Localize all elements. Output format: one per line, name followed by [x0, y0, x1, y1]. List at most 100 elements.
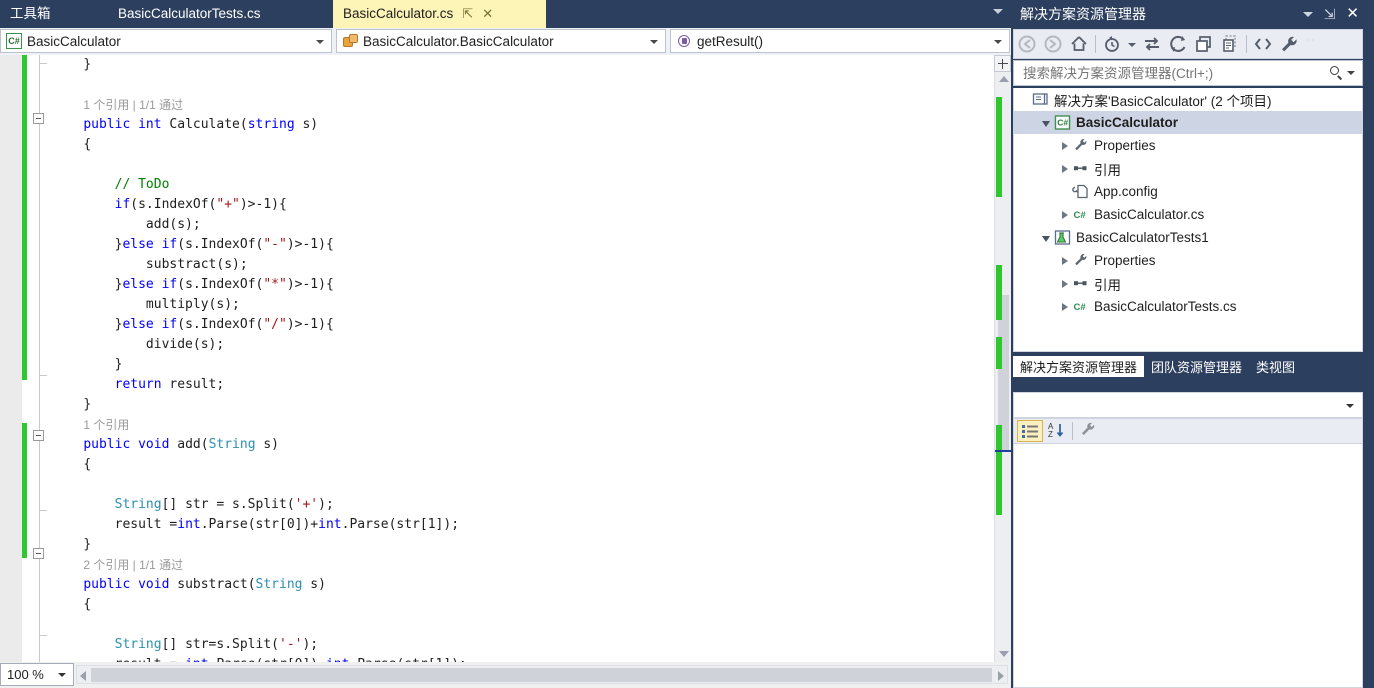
home-icon[interactable] [1066, 31, 1092, 57]
code-token: "+" [216, 197, 240, 212]
scroll-right-arrow[interactable] [998, 671, 1004, 681]
solution-explorer-search[interactable] [1013, 60, 1363, 86]
code-line: result =int.Parse(str[0])+int.Parse(str[… [52, 515, 1011, 535]
tab-basiccalculator-cs[interactable]: BasicCalculator.cs ⇱ ✕ [333, 0, 546, 28]
tree-item-basiccalculator2[interactable]: 解决方案'BasicCalculator' (2 个项目) [1014, 88, 1362, 111]
chevron-down-icon[interactable] [1125, 31, 1139, 57]
chevron-down-icon[interactable] [1347, 71, 1355, 75]
code-text[interactable]: } 1 个引用 | 1/1 通过 public int Calculate(st… [52, 55, 1011, 662]
tool-tab-0[interactable]: 解决方案资源管理器 [1013, 356, 1145, 377]
split-view-button[interactable] [994, 55, 1011, 72]
outline-collapse-toggle[interactable] [33, 430, 44, 441]
csharp-project-icon: C# [1054, 114, 1071, 131]
show-all-files-icon[interactable] [1217, 31, 1243, 57]
code-line: substract(s); [52, 255, 1011, 275]
chevron-down-icon [58, 673, 66, 677]
code-token: { [83, 137, 92, 152]
tree-item-basiccalculatortests1[interactable]: BasicCalculatorTests1 [1014, 226, 1362, 249]
panel-title-label: 解决方案资源管理器 [1020, 6, 1146, 22]
code-editor[interactable]: } 1 个引用 | 1/1 通过 public int Calculate(st… [0, 55, 1011, 662]
code-token: '+' [294, 497, 319, 512]
pending-changes-icon[interactable] [1099, 31, 1125, 57]
toolbox-tab-label: 工具箱 [10, 6, 51, 21]
member-dropdown[interactable]: getResult() [670, 29, 1010, 53]
outline-collapse-toggle[interactable] [33, 548, 44, 559]
properties-grid[interactable] [1013, 444, 1363, 688]
chevron-right-icon[interactable] [1062, 302, 1068, 311]
code-token: ); [302, 637, 319, 652]
pin-icon[interactable]: ⇱ [462, 0, 473, 28]
code-token: '-' [279, 637, 303, 652]
close-icon[interactable]: ✕ [1346, 6, 1359, 21]
close-icon[interactable]: ✕ [482, 0, 493, 28]
tree-item-label: BasicCalculatorTests1 [1076, 230, 1209, 245]
code-line: 1 个引用 [52, 415, 1011, 435]
editor-horizontal-scrollbar[interactable] [76, 665, 1008, 684]
code-token: multiply(s); [145, 297, 240, 312]
refresh-icon[interactable] [1165, 31, 1191, 57]
code-line: 2 个引用 | 1/1 通过 [52, 555, 1011, 575]
properties-object-dropdown[interactable] [1013, 392, 1363, 418]
categorized-icon[interactable] [1017, 420, 1043, 442]
tree-item-label: BasicCalculator [1076, 115, 1179, 130]
properties-wrench-icon[interactable] [1276, 31, 1302, 57]
chevron-right-icon[interactable] [1062, 210, 1068, 219]
type-dropdown[interactable]: BasicCalculator.BasicCalculator [336, 29, 666, 53]
overflow-icon[interactable] [1302, 31, 1320, 57]
editor-vertical-scrollbar[interactable] [994, 55, 1011, 662]
pin-icon[interactable]: ⇲ [1324, 7, 1336, 21]
tree-item-node3[interactable]: 引用 [1014, 157, 1362, 180]
alphabetical-icon[interactable]: AZ [1043, 420, 1069, 442]
code-token: Calculate( [161, 117, 248, 132]
collapse-all-icon[interactable] [1191, 31, 1217, 57]
code-token: } [83, 397, 92, 412]
scrollbar-thumb[interactable] [91, 668, 992, 682]
scroll-down-arrow[interactable] [999, 651, 1009, 657]
code-view-icon[interactable] [1250, 31, 1276, 57]
code-line: { [52, 455, 1011, 475]
tree-item-basiccalculator[interactable]: C# BasicCalculator [1014, 111, 1362, 134]
search-icon[interactable] [1328, 65, 1344, 81]
chevron-right-icon[interactable] [1062, 141, 1068, 150]
solution-explorer-tree[interactable]: 解决方案'BasicCalculator' (2 个项目) C# BasicCalc… [1013, 88, 1363, 352]
toolbox-tab[interactable]: 工具箱 [0, 0, 61, 28]
tree-item-properties[interactable]: Properties [1014, 249, 1362, 272]
chevron-right-icon[interactable] [1062, 164, 1068, 173]
csharp-file-icon: C# [1072, 206, 1089, 223]
outline-collapse-toggle[interactable] [33, 113, 44, 124]
tree-item-properties[interactable]: Properties [1014, 134, 1362, 157]
search-input[interactable] [1021, 64, 1328, 82]
project-dropdown[interactable]: C# BasicCalculator [0, 29, 332, 53]
property-pages-icon[interactable] [1076, 420, 1102, 442]
tool-tab-2[interactable]: 类视图 [1249, 356, 1302, 377]
outlining-margin[interactable] [33, 55, 47, 662]
zoom-level-dropdown[interactable]: 100 % [0, 663, 74, 686]
tab-label: BasicCalculator.cs [343, 6, 454, 21]
tool-tab-1[interactable]: 团队资源管理器 [1144, 356, 1249, 377]
chevron-right-icon[interactable] [1062, 279, 1068, 288]
change-marker [996, 265, 1002, 320]
scroll-up-arrow[interactable] [999, 76, 1009, 82]
chevron-down-icon[interactable] [1042, 120, 1050, 127]
tree-item-basiccalculatortests.cs[interactable]: C# BasicCalculatorTests.cs [1014, 295, 1362, 318]
chevron-down-icon[interactable] [993, 9, 1003, 14]
code-token: public [83, 117, 131, 132]
tree-item-basiccalculator.cs[interactable]: C# BasicCalculator.cs [1014, 203, 1362, 226]
chevron-right-icon[interactable] [1062, 256, 1068, 265]
sync-with-active-document-icon[interactable] [1139, 31, 1165, 57]
tree-item-node8[interactable]: 引用 [1014, 272, 1362, 295]
code-token: if [161, 277, 178, 292]
panel-menu-chevron-icon[interactable] [1302, 11, 1313, 17]
tree-item-app.config[interactable]: App.config [1014, 180, 1362, 203]
code-token: else [122, 277, 154, 292]
tree-item-label: BasicCalculatorTests.cs [1094, 299, 1237, 314]
back-icon[interactable] [1014, 31, 1040, 57]
chevron-down-icon[interactable] [1042, 235, 1050, 242]
code-token: )>-1){ [239, 197, 287, 212]
scroll-left-arrow[interactable] [80, 671, 86, 681]
code-token: { [83, 457, 92, 472]
forward-icon[interactable] [1040, 31, 1066, 57]
tab-basiccalculatortests-cs[interactable]: BasicCalculatorTests.cs [108, 0, 271, 28]
